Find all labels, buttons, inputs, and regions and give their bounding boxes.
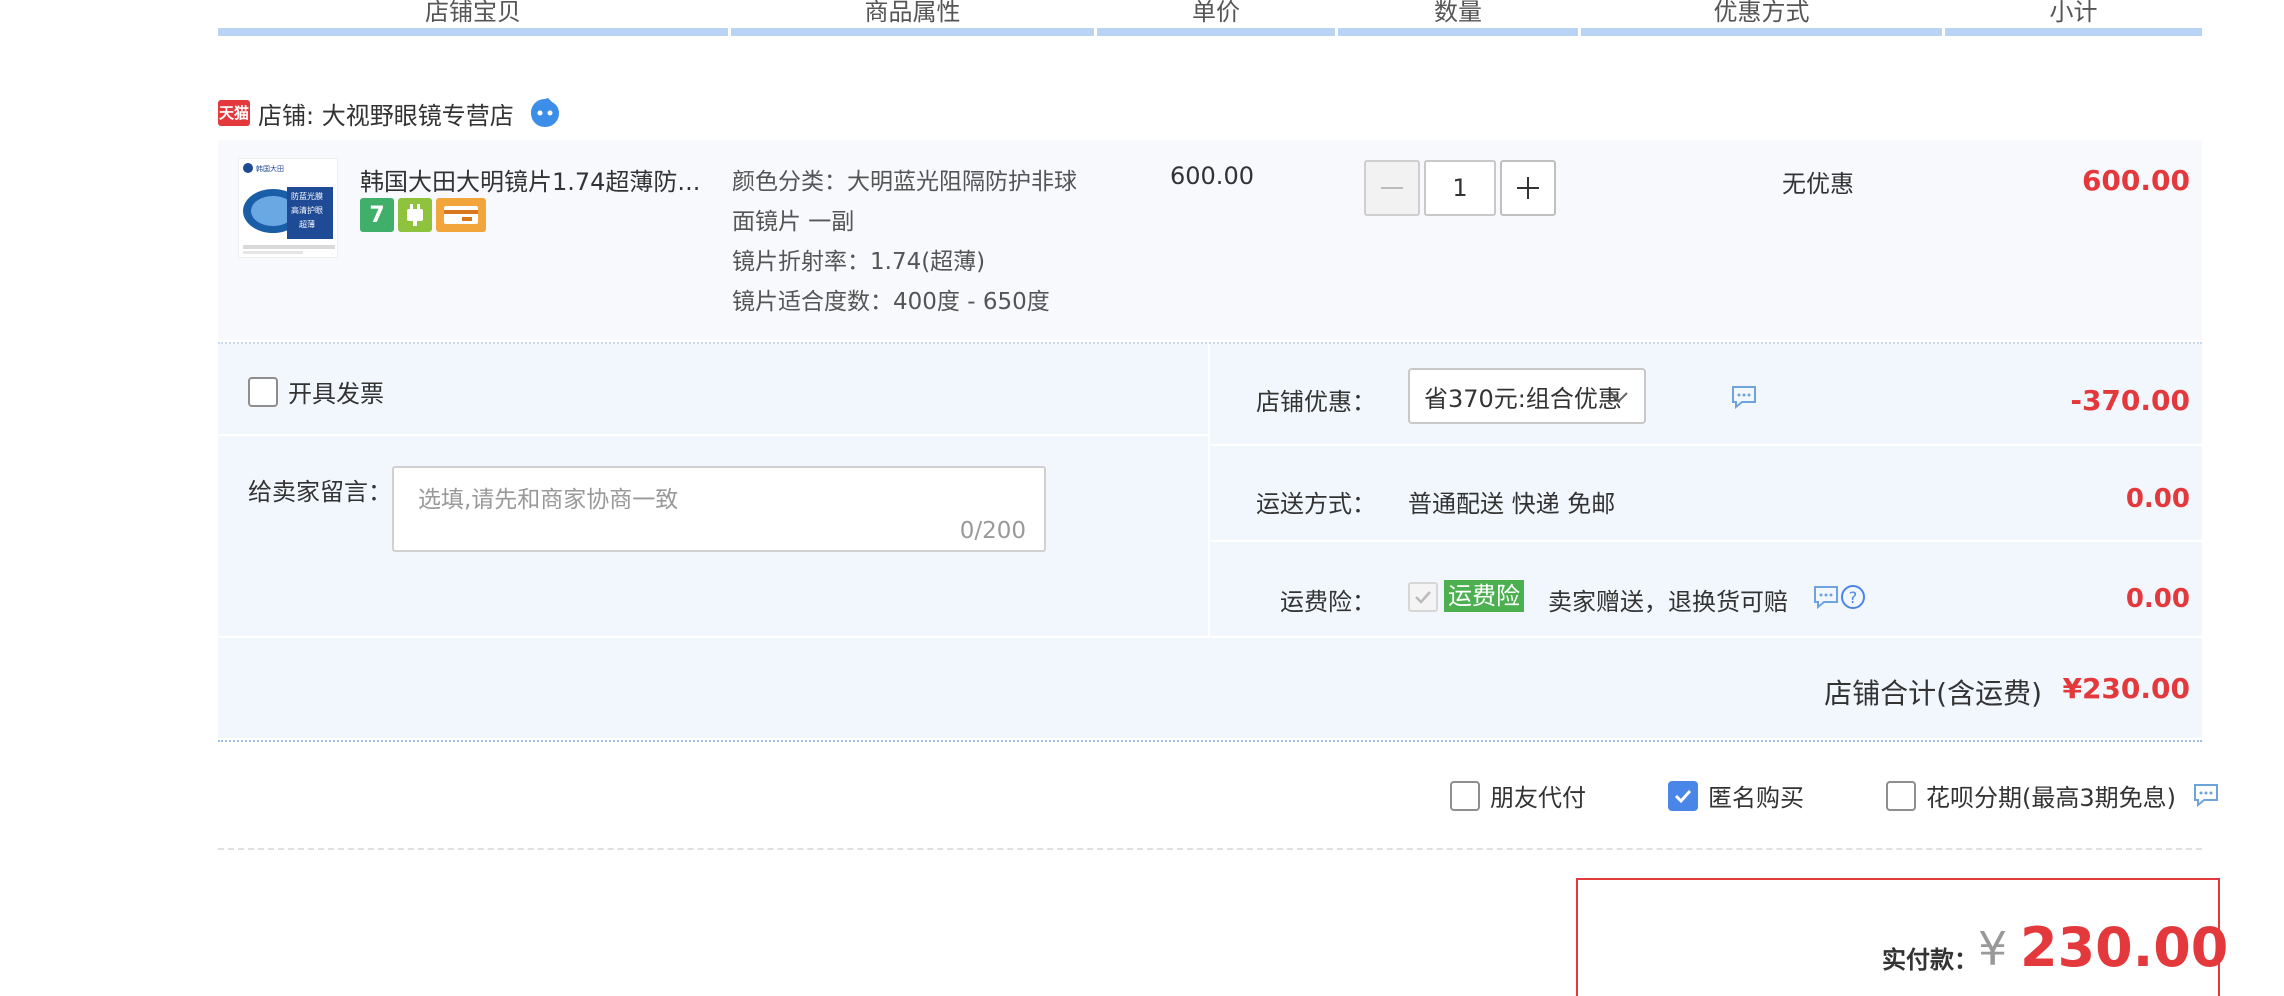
attr-line: 颜色分类：大明蓝光阻隔防护非球 <box>732 169 1077 195</box>
wangwang-chat-icon[interactable] <box>528 96 562 130</box>
thumb-line-3: 超薄 <box>299 219 315 229</box>
divider <box>1208 344 1210 636</box>
friend-pay-label: 朋友代付 <box>1490 784 1586 812</box>
column-header-bar <box>1338 28 1578 36</box>
shop-discount-amount: -370.00 <box>2070 384 2190 417</box>
column-header-bar <box>1945 28 2202 36</box>
divider <box>1210 444 2202 446</box>
insurance-amount: 0.00 <box>2125 584 2190 614</box>
column-header-qty: 数量 <box>1338 0 1578 36</box>
seven-day-return-icon[interactable]: 7 <box>360 198 394 232</box>
message-textarea[interactable]: 选填,请先和商家协商一致 0/200 <box>392 466 1046 552</box>
decrement-button[interactable] <box>1364 160 1420 216</box>
shipping-label: 运送方式： <box>1256 490 1376 518</box>
anonymous-checkbox[interactable]: 匿名购买 <box>1668 778 1804 813</box>
item-row: 韩国大田 防蓝光膜 高清护眼 超薄 韩国大田大明镜片1.74超薄防... 7 颜… <box>218 140 2202 340</box>
item-subtotal: 600.00 <box>2081 164 2190 197</box>
promotion-value: 无优惠 <box>1782 170 1854 198</box>
unit-price: 600.00 <box>1170 162 1254 190</box>
shop-total-value: ¥230.00 <box>2062 672 2190 705</box>
pay-label: 实付款： <box>1882 946 1978 974</box>
column-header-price: 单价 <box>1097 0 1335 36</box>
minus-icon <box>1381 187 1403 189</box>
quantity-stepper: 1 <box>1364 160 1556 216</box>
shop-discount-select[interactable]: 省370元:组合优惠 <box>1408 368 1646 424</box>
increment-button[interactable] <box>1500 160 1556 216</box>
column-header-bar <box>1097 28 1335 36</box>
thumb-brand: 韩国大田 <box>256 164 284 173</box>
product-title[interactable]: 韩国大田大明镜片1.74超薄防... <box>360 162 700 197</box>
column-header-attrs: 商品属性 <box>731 0 1094 36</box>
plug-icon[interactable] <box>398 198 432 232</box>
comment-icon[interactable] <box>1730 384 1758 410</box>
message-placeholder: 选填,请先和商家协商一致 <box>418 487 679 513</box>
column-header-bar <box>1581 28 1942 36</box>
shop-total-row: 店铺合计(含运费) ¥230.00 <box>218 638 2202 738</box>
column-header-promo: 优惠方式 <box>1581 0 1942 36</box>
actual-payment-box: 实付款： ¥ 230.00 <box>1576 878 2228 996</box>
checkbox-checked[interactable] <box>1668 780 1698 811</box>
shipping-amount: 0.00 <box>2125 484 2190 514</box>
column-header-bar <box>731 28 1094 36</box>
thumb-line-1: 防蓝光膜 <box>291 191 323 201</box>
huabei-label: 花呗分期(最高3期免息) <box>1926 784 2176 812</box>
pay-amount: 230.00 <box>2020 916 2229 979</box>
divider <box>218 848 2202 850</box>
plus-icon <box>1517 177 1539 199</box>
shipping-method: 普通配送 快递 免邮 <box>1408 490 1616 518</box>
invoice-checkbox[interactable]: 开具发票 <box>248 374 384 409</box>
shop-name[interactable]: 店铺: 大视野眼镜专营店 <box>258 96 514 131</box>
check-icon <box>1674 789 1692 803</box>
check-icon <box>1415 591 1431 604</box>
column-header-label: 商品属性 <box>864 0 961 26</box>
anonymous-label: 匿名购买 <box>1708 784 1804 812</box>
shop-discount-label: 店铺优惠： <box>1256 388 1376 416</box>
column-header-label: 数量 <box>1434 0 1482 26</box>
order-details-panel: 开具发票 给卖家留言： 选填,请先和商家协商一致 0/200 店铺优惠： 省37… <box>218 344 2202 738</box>
insurance-checkbox <box>1408 582 1438 612</box>
insurance-text: 卖家赠送，退换货可赔 <box>1548 588 1788 616</box>
insurance-tag: 运费险 <box>1444 580 1524 612</box>
attr-line: 面镜片 一副 <box>732 209 855 235</box>
checkbox-box[interactable] <box>248 376 278 407</box>
huabei-checkbox[interactable]: 花呗分期(最高3期免息) <box>1886 778 2176 813</box>
insurance-label: 运费险： <box>1280 588 1376 616</box>
checkbox-box[interactable] <box>1450 780 1480 811</box>
chevron-down-icon <box>1610 392 1628 403</box>
shop-discount-selected: 省370元:组合优惠 <box>1424 384 1622 413</box>
column-header-bar <box>218 28 728 36</box>
card-icon[interactable] <box>436 198 486 232</box>
column-header-shop-item: 店铺宝贝 <box>218 0 728 36</box>
column-header-label: 小计 <box>2049 0 2098 26</box>
thumb-line-2: 高清护眼 <box>291 205 323 215</box>
shop-total-label: 店铺合计(含运费) <box>1824 677 2042 710</box>
divider <box>1210 540 2202 542</box>
product-attributes: 颜色分类：大明蓝光阻隔防护非球 面镜片 一副 镜片折射率：1.74(超薄) 镜片… <box>732 162 1132 322</box>
attr-line: 镜片适合度数：400度 - 650度 <box>732 289 1050 315</box>
column-header-subtotal: 小计 <box>1945 0 2202 36</box>
column-header-label: 店铺宝贝 <box>425 0 521 26</box>
message-label: 给卖家留言： <box>248 478 392 506</box>
invoice-label: 开具发票 <box>288 380 384 408</box>
product-thumbnail[interactable]: 韩国大田 防蓝光膜 高清护眼 超薄 <box>238 158 338 258</box>
column-header-label: 单价 <box>1192 0 1240 26</box>
friend-pay-checkbox[interactable]: 朋友代付 <box>1450 778 1586 813</box>
checkbox-box[interactable] <box>1886 780 1916 811</box>
comment-icon[interactable] <box>1812 584 1840 610</box>
quantity-input[interactable]: 1 <box>1424 160 1496 216</box>
divider <box>218 740 2202 742</box>
attr-line: 镜片折射率：1.74(超薄) <box>732 249 986 275</box>
char-counter: 0/200 <box>959 518 1026 544</box>
column-header-label: 优惠方式 <box>1713 0 1810 26</box>
help-icon[interactable]: ? <box>1840 584 1866 610</box>
pay-currency: ¥ <box>1978 922 2008 976</box>
product-image: 韩国大田 防蓝光膜 高清护眼 超薄 <box>239 159 337 257</box>
tmall-logo-icon: 天猫 <box>218 100 250 126</box>
svg-text:?: ? <box>1849 588 1858 607</box>
comment-icon[interactable] <box>2192 782 2220 808</box>
shop-line: 天猫 店铺: 大视野眼镜专营店 <box>218 96 562 130</box>
service-icons: 7 <box>360 198 486 232</box>
